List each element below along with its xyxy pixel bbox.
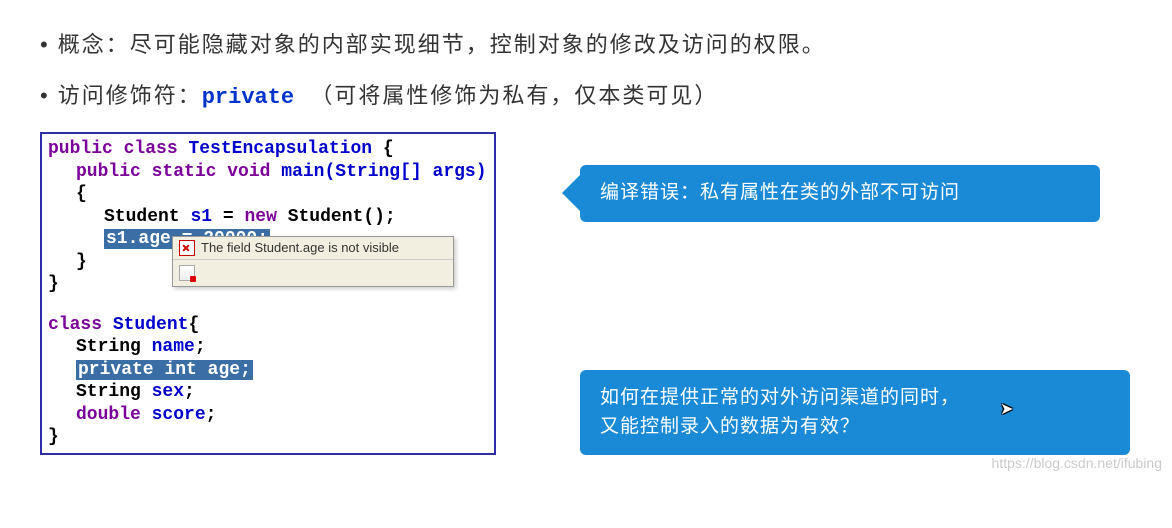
quickfix-icon	[179, 265, 195, 281]
tooltip-message: The field Student.age is not visible	[201, 240, 399, 256]
bullet-dot-icon: •	[40, 30, 48, 61]
bullet-dot-icon: •	[40, 81, 48, 112]
code-block: public class TestEncapsulation { public …	[40, 132, 496, 455]
bullet-1-text: 概念：尽可能隐藏对象的内部实现细节，控制对象的修改及访问的权限。	[58, 28, 826, 61]
code-line-3: Student s1 = new Student();	[48, 206, 488, 229]
error-icon	[179, 240, 195, 256]
callout-question: 如何在提供正常的对外访问渠道的同时， 又能控制录入的数据为有效？ ➤	[580, 370, 1130, 455]
callout-question-l2: 又能控制录入的数据为有效？	[600, 416, 860, 437]
code-line-12: }	[48, 426, 488, 449]
callout-error-text: 编译错误：私有属性在类的外部不可访问	[600, 182, 960, 203]
callout-question-l1: 如何在提供正常的对外访问渠道的同时，	[600, 387, 960, 408]
bullet-1: • 概念：尽可能隐藏对象的内部实现细节，控制对象的修改及访问的权限。	[40, 28, 1132, 61]
cursor-icon: ➤	[1000, 398, 1014, 422]
code-blank	[48, 296, 488, 314]
tooltip-error-row: The field Student.age is not visible	[173, 237, 453, 260]
code-line-7: class Student{	[48, 314, 488, 337]
private-keyword: private	[202, 85, 294, 110]
bullet-2-text: 访问修饰符：private （可将属性修饰为私有，仅本类可见）	[58, 79, 719, 114]
callout-error: 编译错误：私有属性在类的外部不可访问	[580, 165, 1100, 222]
code-line-9: private int age;	[48, 359, 488, 382]
error-tooltip: The field Student.age is not visible	[172, 236, 454, 287]
tooltip-fix-row	[173, 260, 453, 286]
code-line-11: double score;	[48, 404, 488, 427]
bullet-2: • 访问修饰符：private （可将属性修饰为私有，仅本类可见）	[40, 79, 1132, 114]
code-line-1: public class TestEncapsulation {	[48, 138, 488, 161]
code-line-8: String name;	[48, 336, 488, 359]
code-line-2: public static void main(String[] args) {	[48, 161, 488, 206]
code-line-10: String sex;	[48, 381, 488, 404]
watermark: https://blog.csdn.net/ifubing	[992, 455, 1162, 471]
